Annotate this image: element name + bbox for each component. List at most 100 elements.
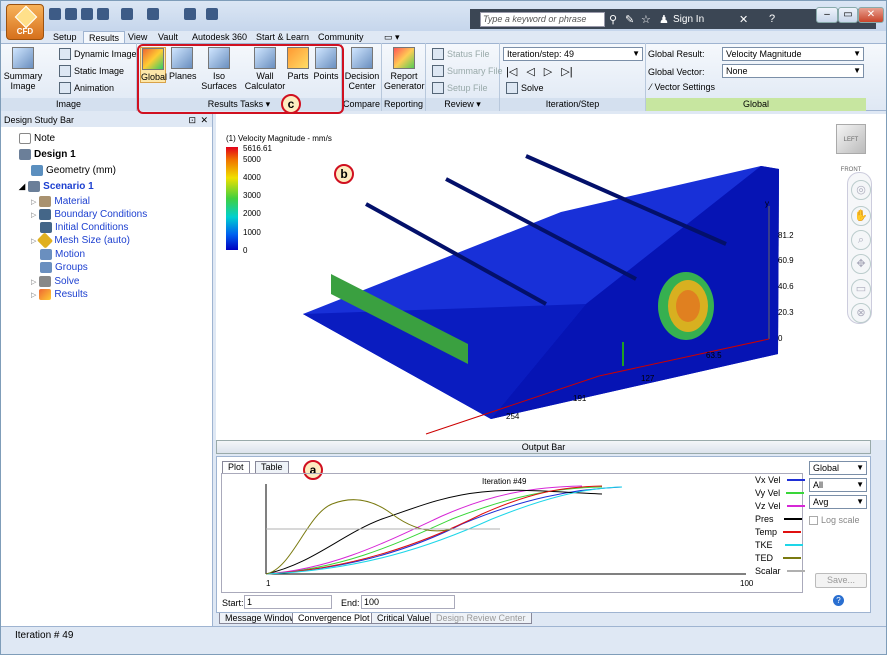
vector-settings-button[interactable]: ⁄ Vector Settings [650,82,715,92]
show-motion-icon[interactable]: ⊗ [851,303,871,323]
output-bar-header[interactable]: Output Bar [216,440,871,454]
view-cube[interactable]: LEFT FRONT [836,124,866,173]
steering-wheel-icon[interactable]: ◎ [851,180,871,200]
application-menu-button[interactable]: CFD [6,4,44,40]
view-icon[interactable] [147,8,159,20]
save-all-icon[interactable] [97,8,109,20]
close-button[interactable]: ✕ [858,7,884,23]
summary-file-button[interactable]: Summary File [432,65,503,77]
series-pres [265,489,603,575]
binoculars-icon[interactable]: ⚲ [609,13,617,26]
decision-center-button[interactable]: Decision Center [344,47,380,91]
start-input[interactable]: 1 [244,595,332,609]
tree-label: Design 1 [34,149,76,160]
toolbar-icon[interactable] [184,8,196,20]
save-button[interactable]: Save... [815,573,867,588]
zoom-icon[interactable]: ⌕ [851,230,871,250]
log-scale-checkbox[interactable]: Log scale [809,515,860,525]
tree-groups[interactable]: Groups [40,262,88,273]
panel-icon[interactable] [206,8,218,20]
tab-plot[interactable]: Plot [222,461,250,473]
save-icon[interactable] [81,8,93,20]
tree-results[interactable]: ▷ Results [31,289,88,300]
tree-geometry[interactable]: Geometry (mm) [31,165,116,176]
static-image-button[interactable]: Static Image [59,65,124,77]
global-result-value: Velocity Magnitude [726,49,802,59]
setup-file-button[interactable]: Setup File [432,82,488,94]
next-step-icon[interactable]: ▷ [544,65,552,78]
tree-label: Note [34,133,56,144]
tree-design-1[interactable]: Design 1 [19,149,76,160]
favorite-icon[interactable]: ☆ [641,13,651,26]
previous-step-icon[interactable]: ◁ [526,65,534,78]
scope-dropdown[interactable]: Global ▼ [809,461,867,475]
tab-design-review-center[interactable]: Design Review Center [430,613,532,624]
search-input[interactable]: Type a keyword or phrase [480,12,605,27]
report-generator-button[interactable]: Report Generator [384,47,425,91]
tab-table[interactable]: Table [255,461,289,473]
graphics-viewport[interactable]: (1) Velocity Magnitude - mm/s 5616.61 50… [216,114,886,440]
summary-image-button[interactable]: Summary Image [3,47,43,91]
undo-icon[interactable] [121,8,133,20]
image-group: Summary Image Dynamic Image Static Image… [1,43,137,111]
compare-group-label: Compare [342,98,381,111]
collapse-icon[interactable]: ◢ [19,182,25,191]
output-bar-title: Output Bar [521,442,566,452]
pin-icon[interactable]: ⊡ [188,114,196,127]
legend-item-pres: Pres [755,514,802,524]
stat-dropdown[interactable]: Avg ▼ [809,495,867,509]
solve-button[interactable]: Solve [506,82,544,94]
exchange-icon[interactable]: ✕ [739,13,748,26]
expand-icon[interactable]: ▷ [31,237,36,245]
tree-initial-conditions[interactable]: Initial Conditions [40,222,128,233]
tree-scenario-1[interactable]: ◢ Scenario 1 [19,181,94,192]
help-icon[interactable]: ? [769,13,775,25]
series-temp [265,485,603,575]
sign-in-link[interactable]: Sign In [673,14,704,25]
help-icon[interactable]: ? [833,595,844,606]
solve-icon [39,276,52,287]
tree-solve[interactable]: ▷ Solve [31,276,79,287]
tab-convergence-plot[interactable]: Convergence Plot [292,613,376,624]
last-step-icon[interactable]: ▷| [561,65,572,78]
global-result-dropdown[interactable]: Velocity Magnitude ▼ [722,47,864,61]
iteration-step-dropdown[interactable]: Iteration/step: 49 ▼ [503,47,643,61]
expand-icon[interactable]: ▷ [31,291,36,299]
expand-icon[interactable]: ▷ [31,198,36,206]
legend-item-scalar: Scalar [755,566,805,576]
first-step-icon[interactable]: |◁ [506,65,517,78]
user-icon[interactable]: ♟ [659,13,669,26]
look-at-icon[interactable]: ▭ [851,279,871,299]
chevron-down-icon: ▼ [632,49,640,58]
dynamic-image-button[interactable]: Dynamic Image [59,48,137,60]
global-vector-dropdown[interactable]: None ▼ [722,64,864,78]
animation-button[interactable]: Animation [59,82,114,94]
pan-icon[interactable]: ✋ [851,206,871,226]
tools-icon[interactable]: ✎ [625,13,634,26]
orbit-icon[interactable]: ✥ [851,254,871,274]
tree-mesh-size[interactable]: ▷ Mesh Size (auto) [31,232,130,249]
close-icon[interactable]: ✕ [200,114,208,127]
status-file-button[interactable]: Status File [432,48,490,60]
tree-material[interactable]: ▷ Material [31,196,90,207]
end-input[interactable]: 100 [361,595,455,609]
filter-dropdown[interactable]: All ▼ [809,478,867,492]
legend-swatch [783,557,801,559]
minimize-button[interactable]: – [816,7,838,23]
tab-message-window[interactable]: Message Window [219,613,303,624]
tree-motion[interactable]: Motion [40,249,85,260]
expand-icon[interactable]: ▷ [31,278,36,286]
boundary-conditions-icon [39,209,52,220]
initial-conditions-icon [40,222,52,233]
review-group-label[interactable]: Review ▾ [426,98,499,111]
scope-value: Global [813,463,840,473]
open-icon[interactable] [65,8,77,20]
new-icon[interactable] [49,8,61,20]
maximize-button[interactable]: ▭ [838,7,858,23]
cfd-logo-icon [14,5,38,29]
playback-controls: |◁ ◁ ▷ ▷| [506,65,573,78]
tree-label: Initial Conditions [55,222,129,233]
expand-icon[interactable]: ▷ [31,211,36,219]
tree-boundary-conditions[interactable]: ▷ Boundary Conditions [31,209,147,220]
tree-note[interactable]: Note [19,133,55,144]
